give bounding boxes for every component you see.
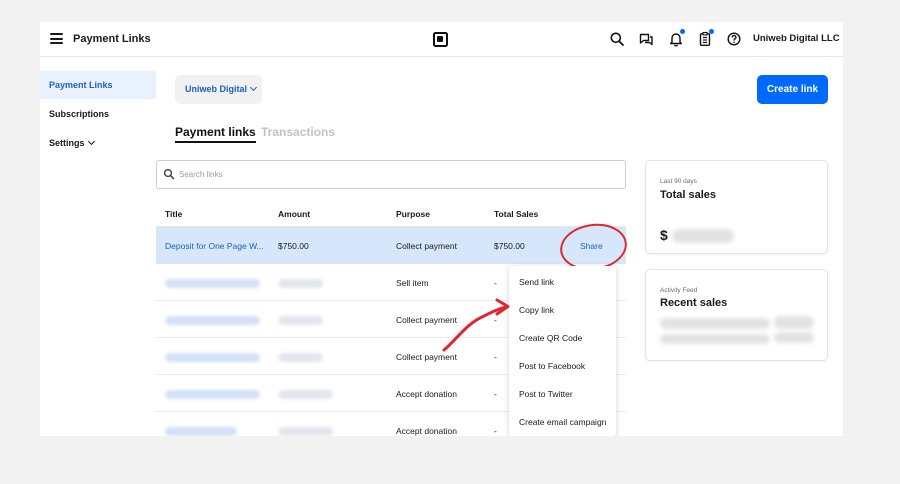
card-title: Recent sales <box>660 297 728 309</box>
menu-item-create-qr-code[interactable]: Create QR Code <box>519 333 582 343</box>
tab-payment-links[interactable]: Payment links <box>175 125 256 143</box>
menu-item-send-link[interactable]: Send link <box>519 277 554 287</box>
sidebar-item-label: Payment Links <box>49 80 113 90</box>
annotation-arrow <box>442 298 510 352</box>
search-icon[interactable] <box>609 31 625 47</box>
card-period: Last 90 days <box>660 178 697 185</box>
hamburger-menu-icon[interactable] <box>50 33 63 44</box>
search-icon <box>163 168 175 180</box>
square-logo[interactable] <box>433 32 448 47</box>
sidebar-item-label: Subscriptions <box>49 109 110 119</box>
tab-transactions[interactable]: Transactions <box>261 125 335 139</box>
column-header-purpose[interactable]: Purpose <box>396 209 430 219</box>
menu-item-post-to-facebook[interactable]: Post to Facebook <box>519 361 585 371</box>
redacted-sale <box>774 332 814 343</box>
sidebar-item-label: Settings <box>49 138 85 148</box>
bell-icon[interactable] <box>668 29 685 47</box>
notification-dot <box>680 29 685 34</box>
location-filter-dropdown[interactable]: Uniweb Digital <box>175 75 262 104</box>
redacted-sale <box>774 316 814 329</box>
card-label: Activity Feed <box>660 287 698 294</box>
menu-item-copy-link[interactable]: Copy link <box>519 305 554 315</box>
top-bar: Payment Links Uniweb Digital LLC <box>40 22 843 57</box>
link-title[interactable]: Deposit for One Page W... <box>165 241 264 251</box>
redacted-amount <box>278 316 323 325</box>
purpose-cell: Accept donation <box>396 426 457 436</box>
notification-dot <box>709 29 714 34</box>
total-sales-cell: - <box>494 278 497 288</box>
column-header-amount[interactable]: Amount <box>278 209 310 219</box>
redacted-sale <box>660 318 770 329</box>
purpose-cell: Collect payment <box>396 241 457 251</box>
total-sales-card: Last 90 days Total sales $ <box>645 160 828 254</box>
search-placeholder: Search links <box>179 170 223 179</box>
help-icon[interactable] <box>726 31 742 47</box>
redacted-title <box>165 316 260 325</box>
total-sales-cell: $750.00 <box>494 241 525 251</box>
redacted-title <box>165 279 260 288</box>
chevron-down-icon <box>249 83 258 92</box>
filter-label: Uniweb Digital <box>185 84 248 94</box>
redacted-amount <box>278 279 323 288</box>
sidebar-item-subscriptions[interactable]: Subscriptions <box>40 100 156 128</box>
sidebar-item-payment-links[interactable]: Payment Links <box>40 71 156 99</box>
column-header-title[interactable]: Title <box>165 209 182 219</box>
purpose-cell: Accept donation <box>396 389 457 399</box>
redacted-title <box>165 353 260 362</box>
redacted-sale <box>660 334 770 344</box>
total-sales-cell: - <box>494 389 497 399</box>
share-menu: Send link Copy link Create QR Code Post … <box>509 266 616 436</box>
search-input[interactable]: Search links <box>156 160 626 189</box>
sidebar-item-settings[interactable]: Settings <box>40 129 156 157</box>
redacted-amount <box>278 427 333 436</box>
redacted-total <box>672 229 734 243</box>
amount-cell: $750.00 <box>278 241 309 251</box>
menu-item-create-email-campaign[interactable]: Create email campaign <box>519 417 606 427</box>
redacted-title <box>165 390 260 399</box>
table-header: Title Amount Purpose Total Sales <box>156 200 626 227</box>
currency-symbol: $ <box>660 227 668 243</box>
menu-item-post-to-twitter[interactable]: Post to Twitter <box>519 389 573 399</box>
account-name[interactable]: Uniweb Digital LLC <box>753 33 840 44</box>
create-link-button[interactable]: Create link <box>757 75 828 104</box>
column-header-total-sales[interactable]: Total Sales <box>494 209 538 219</box>
card-title: Total sales <box>660 189 717 201</box>
redacted-title <box>165 427 237 436</box>
app-window: Payment Links Uniweb Digital LLC Payment… <box>40 22 843 436</box>
chevron-down-icon <box>87 137 95 146</box>
redacted-amount <box>278 353 323 362</box>
table-row[interactable]: Deposit for One Page W... $750.00 Collec… <box>156 227 626 264</box>
recent-sales-card: Activity Feed Recent sales <box>645 269 828 361</box>
total-sales-cell: - <box>494 426 497 436</box>
redacted-amount <box>278 390 333 399</box>
purpose-cell: Sell item <box>396 278 429 288</box>
clipboard-icon[interactable] <box>697 29 714 47</box>
page-title: Payment Links <box>73 33 151 45</box>
messages-icon[interactable] <box>638 31 654 47</box>
